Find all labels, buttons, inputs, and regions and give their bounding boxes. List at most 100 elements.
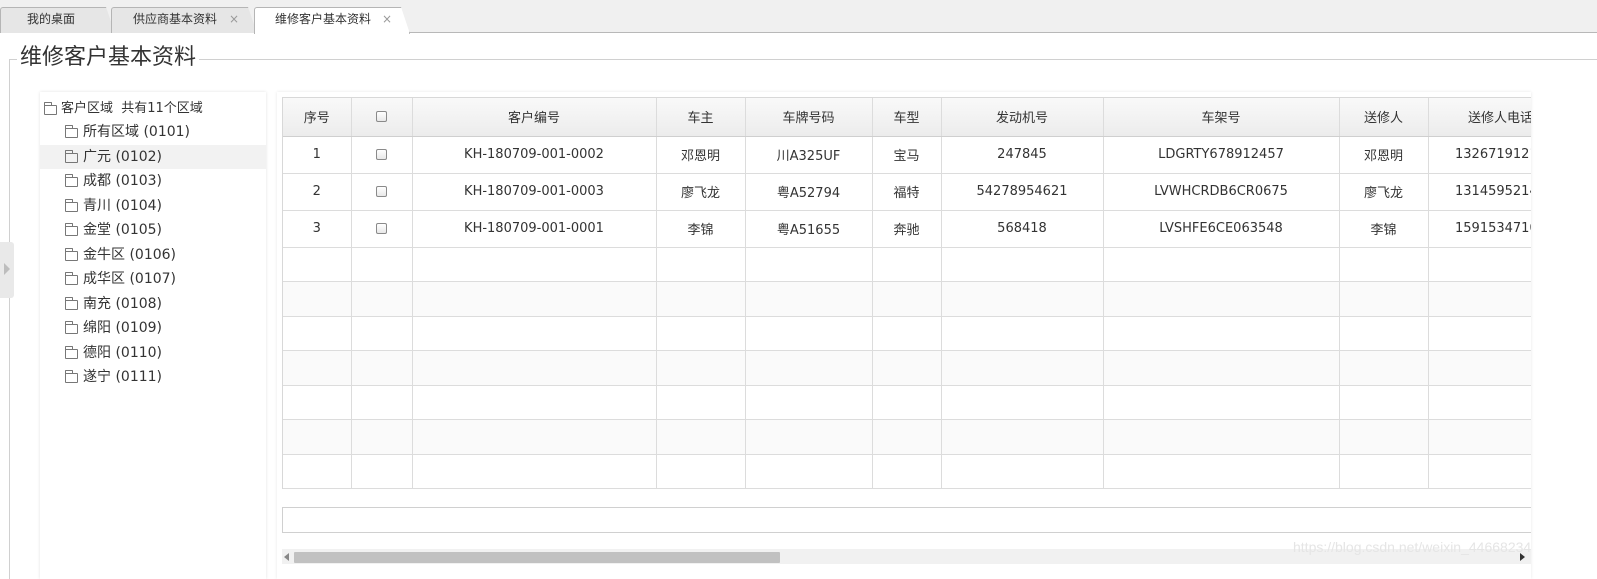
table-row[interactable]: 3 KH-180709-001-0001 李锦 粤A51655 奔驰 568418 LVSH…	[283, 210, 1531, 248]
tree-item-label: 成都 (0103)	[83, 173, 163, 189]
empty-cell	[1428, 350, 1531, 386]
column-header: 序号	[283, 98, 352, 137]
empty-table-row	[283, 316, 1531, 351]
column-header: 车架号	[1103, 98, 1340, 137]
empty-cell	[941, 385, 1104, 420]
empty-cell	[412, 350, 657, 386]
column-header: 车牌号码	[745, 98, 873, 137]
checkbox-icon[interactable]	[376, 111, 387, 123]
empty-cell	[1103, 350, 1340, 386]
table-cell: KH-180709-001-0003	[412, 173, 657, 211]
tree-root-label: 客户区域 共有11个区域	[61, 101, 203, 116]
table-header-row: 序号 客户编号 车主 车牌号码 车型 发动机号 车架号 送修人 送修人电话	[283, 98, 1531, 137]
tree-item[interactable]: 德阳 (0110)	[40, 341, 266, 365]
table-cell: 奔驰	[872, 210, 942, 248]
tree-item[interactable]: 青川 (0104)	[40, 194, 266, 218]
empty-cell	[1428, 247, 1531, 282]
folder-icon	[65, 321, 78, 334]
table-cell: 3	[283, 210, 352, 248]
tab-supplier-info[interactable]: 供应商基本资料 ×	[111, 7, 257, 33]
empty-cell	[872, 385, 942, 420]
empty-cell	[656, 454, 746, 489]
tree-item[interactable]: 广元 (0102)	[40, 144, 266, 169]
tree-item[interactable]: 遂宁 (0111)	[40, 365, 266, 389]
scroll-left-arrow-icon[interactable]	[284, 553, 289, 561]
empty-cell	[1103, 247, 1340, 282]
table-cell: 2	[283, 173, 352, 211]
table-cell: LDGRTY678912457	[1103, 136, 1340, 174]
watermark: https://blog.csdn.net/weixin_44668234	[1293, 539, 1532, 555]
empty-cell	[872, 281, 942, 317]
empty-cell	[283, 247, 352, 282]
tree-item[interactable]: 所有区域 (0101)	[40, 120, 266, 144]
tree-item[interactable]: 金堂 (0105)	[40, 218, 266, 242]
empty-cell	[283, 385, 352, 420]
table-cell: 邓恩明	[1339, 136, 1429, 174]
tree-item[interactable]: 绵阳 (0109)	[40, 316, 266, 340]
empty-cell	[412, 454, 657, 489]
empty-cell	[1428, 385, 1531, 420]
tree-item[interactable]: 成华区 (0107)	[40, 267, 266, 291]
column-header: 客户编号	[412, 98, 657, 137]
empty-cell	[1339, 454, 1429, 489]
empty-cell	[283, 316, 352, 351]
empty-cell	[941, 419, 1104, 455]
scrollbar-thumb[interactable]	[294, 552, 780, 563]
empty-cell	[941, 350, 1104, 386]
close-icon[interactable]: ×	[229, 7, 239, 32]
empty-cell	[1103, 385, 1340, 420]
tree-item-label: 德阳 (0110)	[83, 344, 163, 361]
empty-cell	[1339, 281, 1429, 317]
table-row[interactable]: 1 KH-180709-001-0002 邓恩明 川A325UF 宝马 247845 LDG…	[283, 136, 1531, 174]
empty-table-row	[283, 454, 1531, 489]
empty-cell	[283, 350, 352, 386]
empty-cell	[351, 316, 413, 351]
empty-cell	[1103, 316, 1340, 351]
folder-icon	[65, 223, 78, 236]
empty-cell	[351, 350, 413, 386]
empty-cell	[941, 454, 1104, 489]
empty-cell	[351, 419, 413, 455]
row-checkbox-cell[interactable]	[351, 136, 413, 174]
empty-cell	[351, 454, 413, 489]
checkbox-icon[interactable]	[376, 223, 387, 234]
close-icon[interactable]: ×	[382, 7, 392, 32]
table-row[interactable]: 2 KH-180709-001-0003 廖飞龙 粤A52794 福特 542789546…	[283, 173, 1531, 211]
empty-cell	[1428, 281, 1531, 317]
row-checkbox-cell[interactable]	[351, 210, 413, 248]
tab-bar: 我的桌面 供应商基本资料 × 维修客户基本资料 ×	[0, 0, 1597, 33]
empty-table-row	[283, 247, 1531, 282]
empty-cell	[941, 247, 1104, 282]
folder-icon	[65, 174, 78, 187]
empty-cell	[745, 281, 873, 317]
empty-cell	[656, 350, 746, 386]
checkbox-icon[interactable]	[376, 186, 387, 197]
folder-icon	[65, 345, 78, 359]
tree-item[interactable]: 成都 (0103)	[40, 169, 266, 193]
table-cell: 568418	[941, 210, 1104, 248]
empty-cell	[745, 316, 873, 351]
folder-icon	[65, 272, 78, 285]
select-all-checkbox[interactable]	[351, 98, 413, 137]
tree-item[interactable]: 南充 (0108)	[40, 292, 266, 316]
empty-cell	[941, 281, 1104, 317]
tree-item[interactable]: 金牛区 (0106)	[40, 243, 266, 267]
table-cell: 13145952146	[1428, 173, 1531, 211]
table-cell: LVSHFE6CE063548	[1103, 210, 1340, 248]
empty-cell	[745, 419, 873, 455]
checkbox-icon[interactable]	[376, 149, 387, 160]
empty-cell	[745, 247, 873, 282]
empty-cell	[412, 385, 657, 420]
empty-cell	[412, 281, 657, 317]
folder-icon	[44, 102, 57, 115]
empty-cell	[872, 454, 942, 489]
tree-item-label: 遂宁 (0111)	[83, 369, 163, 385]
empty-cell	[1339, 385, 1429, 420]
tab-my-desktop[interactable]: 我的桌面	[0, 7, 115, 33]
empty-cell	[1339, 350, 1429, 386]
empty-cell	[1428, 316, 1531, 351]
tab-repair-customer-info[interactable]: 维修客户基本资料 ×	[254, 7, 410, 34]
column-header: 车主	[656, 98, 746, 137]
row-checkbox-cell[interactable]	[351, 173, 413, 211]
expand-panel-handle[interactable]	[0, 242, 14, 298]
